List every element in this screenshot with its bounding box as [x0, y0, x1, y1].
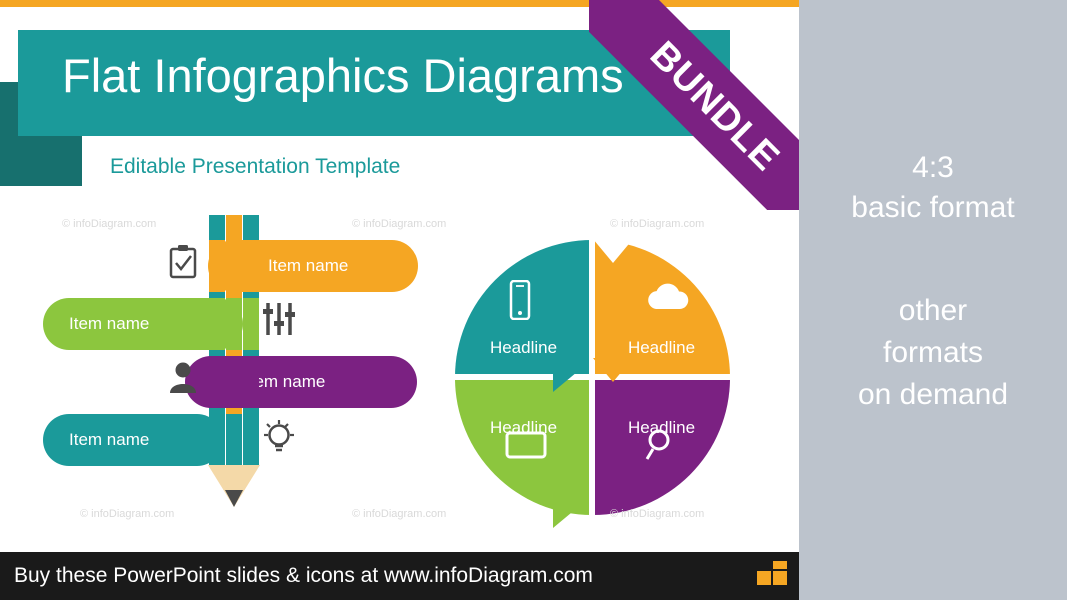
pencil-bar-4-label: Item name: [69, 430, 150, 449]
pencil-bar-2-label: Item name: [69, 314, 150, 333]
format-caption: basic format: [851, 191, 1015, 224]
top-orange-rule: [0, 0, 799, 7]
watermark: © infoDiagram.com: [352, 218, 447, 230]
smartphone-icon: [507, 279, 533, 325]
screen-icon: [505, 430, 547, 465]
infodiagram-logo-icon: [757, 561, 787, 591]
clipboard-check-icon: [168, 245, 198, 284]
other-line-3: on demand: [857, 378, 1009, 411]
footer-bar: Buy these PowerPoint slides & icons at w…: [0, 552, 799, 600]
circle-label-top-left: Headline: [489, 338, 558, 357]
pencil-bar-1-label: Item name: [268, 256, 349, 275]
circle-arrow-notch-bottom: [553, 488, 577, 528]
pencil-stripe-right: [243, 215, 259, 466]
search-icon: [645, 428, 677, 467]
other-formats-block: other formats on demand: [799, 290, 1067, 416]
slide-canvas: Flat Infographics Diagrams Editable Pres…: [0, 0, 799, 600]
pencil-body: [208, 215, 260, 505]
pencil-bar-4[interactable]: Item name: [43, 414, 223, 466]
circle-arrow-notch-left: [553, 352, 577, 392]
watermark: © infoDiagram.com: [610, 218, 705, 230]
circle-arrow-notch-top: [593, 239, 633, 263]
top-white-gap: [0, 7, 799, 18]
person-icon: [168, 361, 198, 398]
lightbulb-icon: [262, 419, 296, 460]
circle-infographic: Headline Headline Headline Headline: [453, 238, 732, 528]
page-title: Flat Infographics Diagrams: [62, 49, 624, 102]
watermark: © infoDiagram.com: [610, 508, 705, 520]
pencil-infographic: Item name Item name Item name Item name: [30, 215, 470, 530]
format-ratio: 4:3: [912, 151, 954, 184]
pencil-stripe-middle: [226, 215, 242, 466]
other-line-1: other: [898, 294, 968, 327]
screenshot-root: Flat Infographics Diagrams Editable Pres…: [0, 0, 1067, 600]
pencil-tip-lead: [225, 490, 243, 507]
pencil-stripe-left: [209, 215, 225, 466]
slide-subtitle: Editable Presentation Template: [110, 155, 401, 178]
watermark: © infoDiagram.com: [352, 508, 447, 520]
title-banner: Flat Infographics Diagrams: [18, 30, 730, 136]
pencil-tip: [208, 465, 260, 507]
footer-text[interactable]: Buy these PowerPoint slides & icons at w…: [0, 564, 593, 588]
circle-label-top-right: Headline: [627, 338, 696, 357]
format-block: 4:3 basic format: [799, 148, 1067, 228]
circle-arrow-notch-right: [593, 358, 633, 382]
other-line-2: formats: [882, 336, 984, 369]
watermark: © infoDiagram.com: [80, 508, 175, 520]
watermark: © infoDiagram.com: [62, 218, 157, 230]
sliders-icon: [262, 303, 296, 340]
right-info-panel: 4:3 basic format other formats on demand: [799, 0, 1067, 600]
cloud-icon: [645, 282, 691, 319]
